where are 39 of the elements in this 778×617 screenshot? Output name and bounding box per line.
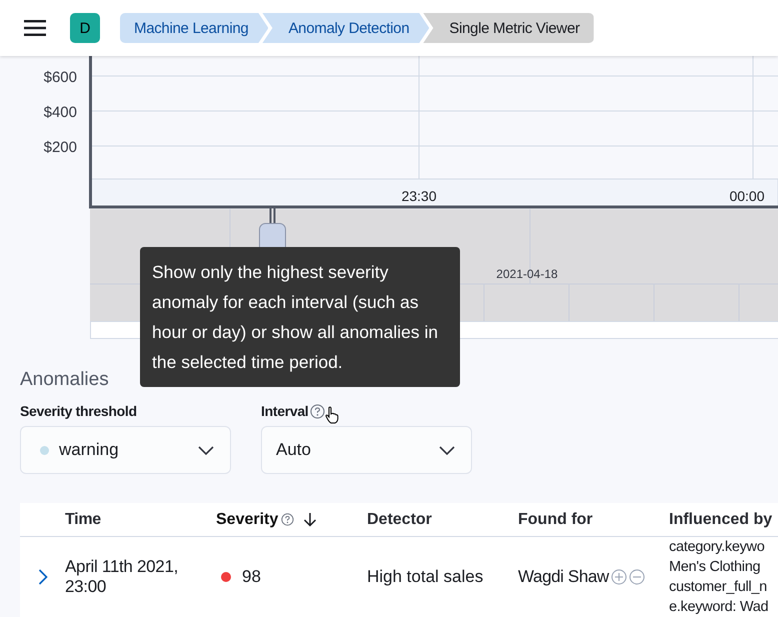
sort-down-icon[interactable] bbox=[303, 512, 318, 527]
table-cell: High total sales bbox=[367, 567, 484, 586]
axis-label: $200 bbox=[44, 139, 77, 156]
expand-icon[interactable] bbox=[38, 569, 48, 585]
influencer-text: category.keywo bbox=[669, 538, 766, 557]
axis-label: 00:00 bbox=[729, 188, 765, 204]
axis-label: 23:30 bbox=[401, 188, 437, 204]
severity-select[interactable]: warning bbox=[20, 426, 231, 474]
help-icon[interactable] bbox=[310, 404, 326, 419]
field-label: Severity threshold bbox=[20, 403, 138, 420]
breadcrumb-link[interactable]: Single Metric Viewer bbox=[423, 13, 594, 43]
influencer-text: e.keyword: Wad bbox=[669, 598, 770, 617]
pointer-cursor-icon bbox=[325, 406, 339, 424]
menu-icon[interactable] bbox=[24, 20, 46, 36]
axis-label: $400 bbox=[44, 104, 77, 121]
table-cell: Wagdi Shaw bbox=[518, 567, 609, 587]
influencer-text: Men's Clothing bbox=[669, 558, 762, 577]
chevron-down-icon bbox=[198, 446, 214, 454]
minus-circle-icon[interactable] bbox=[628, 569, 645, 585]
column-header[interactable]: Influenced by bbox=[669, 510, 772, 528]
chevron-down-icon bbox=[439, 446, 455, 454]
plus-circle-icon[interactable] bbox=[610, 569, 627, 585]
breadcrumb-link[interactable]: Anomaly Detection bbox=[262, 13, 430, 43]
section-title: Anomalies bbox=[20, 369, 110, 392]
column-header[interactable]: Found for bbox=[518, 510, 593, 528]
column-header[interactable]: Time bbox=[65, 510, 195, 530]
influencer-text: customer_full_n bbox=[669, 578, 768, 597]
column-header[interactable]: Detector bbox=[367, 510, 432, 528]
help-icon[interactable] bbox=[281, 513, 294, 526]
field-label: Interval bbox=[261, 403, 308, 420]
space-avatar[interactable]: D bbox=[70, 13, 100, 43]
table-cell: 98 bbox=[242, 567, 261, 587]
interval-select[interactable]: Auto bbox=[261, 426, 472, 474]
tooltip: Show only the highest severity anomaly for each interval (such as hour or day) or show all anomalies in the selected time period. bbox=[140, 247, 460, 387]
table-cell-text: April 11th 2021, 23:00 bbox=[65, 557, 180, 597]
date-label: 2021-04-18 bbox=[496, 267, 558, 281]
column-header[interactable]: Severity bbox=[216, 510, 278, 528]
axis-label: $600 bbox=[44, 69, 77, 86]
breadcrumb-link[interactable]: Machine Learning bbox=[120, 13, 268, 43]
